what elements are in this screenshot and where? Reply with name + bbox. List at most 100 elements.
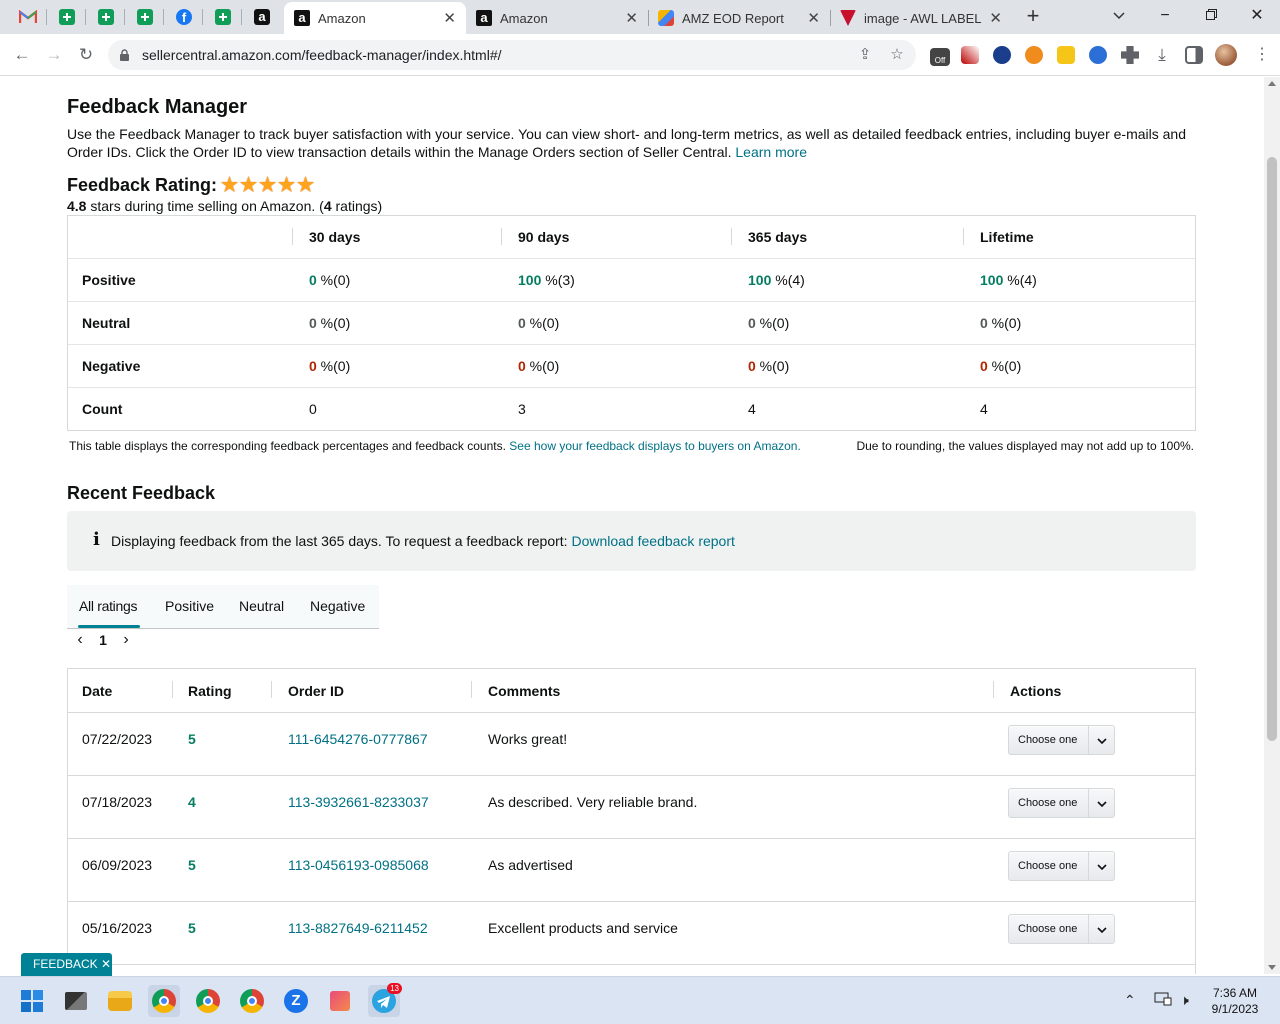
summary-cell: 0 %(0) bbox=[518, 358, 559, 374]
back-arrow-icon[interactable]: ← bbox=[10, 43, 34, 67]
telegram-taskbar-icon[interactable]: 13 bbox=[368, 983, 402, 1017]
show-hidden-icons[interactable]: ⌃ bbox=[1124, 992, 1136, 1009]
profile-avatar[interactable] bbox=[1215, 44, 1237, 66]
summary-count: %(0) bbox=[316, 315, 351, 331]
task-view-icon[interactable] bbox=[60, 985, 92, 1017]
feedback-widget-button[interactable]: FEEDBACK ✕ bbox=[21, 953, 112, 976]
tab-awl-label[interactable]: image - AWL LABEL ✕ bbox=[830, 2, 1012, 34]
snipping-tool-icon[interactable] bbox=[324, 985, 356, 1017]
actions-dropdown[interactable]: Choose one bbox=[1008, 914, 1115, 944]
close-tab-icon[interactable]: ✕ bbox=[443, 9, 456, 27]
summary-percent: 0 bbox=[980, 315, 988, 331]
feedback-header-row: Date Rating Order ID Comments Actions bbox=[68, 669, 1195, 713]
sheets-pinned-tab-3[interactable] bbox=[134, 6, 156, 28]
extension-icon[interactable] bbox=[993, 46, 1011, 64]
more-menu-icon[interactable]: ⋮ bbox=[1254, 44, 1270, 66]
tab-amazon-active[interactable]: a Amazon ✕ bbox=[284, 2, 466, 34]
scroll-down-icon[interactable] bbox=[1268, 965, 1276, 970]
chevron-down-icon[interactable] bbox=[1097, 859, 1107, 871]
tab-search-icon[interactable] bbox=[1107, 4, 1131, 28]
tab-amz-eod-report[interactable]: AMZ EOD Report ✕ bbox=[648, 2, 830, 34]
tab-positive[interactable]: Positive bbox=[165, 598, 214, 614]
sheets-pinned-tab-1[interactable] bbox=[56, 6, 78, 28]
gmail-pinned-tab[interactable] bbox=[17, 6, 39, 28]
facebook-pinned-tab[interactable]: f bbox=[173, 6, 195, 28]
forward-arrow-icon[interactable]: → bbox=[42, 43, 66, 67]
network-icon[interactable] bbox=[1154, 992, 1172, 1009]
scroll-up-icon[interactable] bbox=[1268, 81, 1276, 86]
tab-all-ratings[interactable]: All ratings bbox=[79, 598, 137, 614]
chrome-taskbar-icon[interactable] bbox=[148, 985, 180, 1017]
actions-dropdown[interactable]: Choose one bbox=[1008, 788, 1115, 818]
order-id-link[interactable]: 113-8827649-6211452 bbox=[288, 920, 428, 936]
extension-icon[interactable] bbox=[961, 46, 979, 64]
chevron-down-icon[interactable] bbox=[1097, 922, 1107, 934]
summary-row-label: Neutral bbox=[82, 315, 131, 331]
order-id-link[interactable]: 111-6454276-0777867 bbox=[288, 731, 428, 747]
extension-icon[interactable] bbox=[1089, 46, 1107, 64]
rating-text-mid: stars during time selling on Amazon. ( bbox=[86, 198, 324, 214]
page-scrollbar[interactable] bbox=[1264, 77, 1280, 974]
actions-dropdown-label: Choose one bbox=[1018, 923, 1078, 935]
reload-icon[interactable]: ↻ bbox=[74, 43, 98, 67]
summary-percent: 100 bbox=[518, 272, 542, 288]
file-explorer-icon[interactable] bbox=[104, 985, 136, 1017]
summary-percent: 0 bbox=[309, 358, 317, 374]
bookmark-star-icon[interactable]: ☆ bbox=[888, 46, 906, 64]
share-icon[interactable]: ⇪ bbox=[856, 46, 874, 64]
scrollbar-thumb[interactable] bbox=[1267, 157, 1277, 741]
tab-negative[interactable]: Negative bbox=[310, 598, 365, 614]
learn-more-link[interactable]: Learn more bbox=[735, 144, 807, 160]
chevron-left-icon[interactable]: ‹ bbox=[71, 631, 89, 649]
feedback-display-link[interactable]: See how your feedback displays to buyers… bbox=[509, 439, 801, 453]
sheets-pinned-tab-2[interactable] bbox=[95, 6, 117, 28]
chevron-down-icon[interactable] bbox=[1097, 796, 1107, 808]
page-number[interactable]: 1 bbox=[89, 632, 117, 648]
summary-percent: 0 bbox=[518, 358, 526, 374]
restore-icon[interactable] bbox=[1199, 4, 1223, 28]
actions-dropdown[interactable]: Choose one bbox=[1008, 851, 1115, 881]
chevron-right-icon[interactable]: › bbox=[117, 631, 135, 649]
order-id-link[interactable]: 113-0456193-0985068 bbox=[288, 857, 429, 873]
table-note-text: This table displays the corresponding fe… bbox=[69, 439, 506, 453]
chevron-down-icon[interactable] bbox=[1097, 733, 1107, 745]
extension-off-icon[interactable]: Off bbox=[930, 48, 950, 66]
extension-icon[interactable] bbox=[1025, 46, 1043, 64]
col-comments: Comments bbox=[488, 683, 561, 699]
amazon-pinned-tab[interactable]: a bbox=[251, 6, 273, 28]
actions-dropdown-label: Choose one bbox=[1018, 734, 1078, 746]
close-tab-icon[interactable]: ✕ bbox=[807, 9, 820, 27]
sheets-pinned-tab-4[interactable] bbox=[212, 6, 234, 28]
close-tab-icon[interactable]: ✕ bbox=[989, 9, 1002, 27]
rating-summary: 4.8 stars during time selling on Amazon.… bbox=[67, 198, 382, 214]
extensions-puzzle-icon[interactable] bbox=[1121, 46, 1139, 64]
pencil-icon bbox=[658, 10, 674, 26]
order-id-link[interactable]: 113-3932661-8233037 bbox=[288, 794, 429, 810]
zoho-taskbar-icon[interactable]: Z bbox=[280, 985, 312, 1017]
close-tab-icon[interactable]: ✕ bbox=[625, 9, 638, 27]
close-window-icon[interactable]: ✕ bbox=[1245, 4, 1269, 28]
tab-neutral[interactable]: Neutral bbox=[239, 598, 284, 614]
minimize-icon[interactable]: − bbox=[1153, 4, 1177, 28]
summary-row-label: Negative bbox=[82, 358, 141, 374]
actions-dropdown[interactable]: Choose one bbox=[1008, 725, 1115, 755]
tab-amazon[interactable]: a Amazon ✕ bbox=[466, 2, 648, 34]
tab-title: Amazon bbox=[500, 10, 548, 26]
chrome-profile-taskbar-icon[interactable] bbox=[192, 985, 224, 1017]
amazon-icon: a bbox=[476, 10, 492, 26]
download-feedback-report-link[interactable]: Download feedback report bbox=[571, 533, 734, 549]
download-icon[interactable]: ⤓ bbox=[1150, 43, 1174, 67]
new-tab-button[interactable]: + bbox=[1020, 5, 1046, 29]
chrome-profile-taskbar-icon[interactable] bbox=[236, 985, 268, 1017]
summary-cell: 0 %(0) bbox=[748, 315, 789, 331]
active-tab-indicator bbox=[78, 625, 140, 628]
summary-cell: 100 %(4) bbox=[980, 272, 1037, 288]
col-rating: Rating bbox=[188, 683, 232, 699]
system-clock[interactable]: 7:36 AM 9/1/2023 bbox=[1200, 985, 1270, 1017]
info-message: Displaying feedback from the last 365 da… bbox=[111, 533, 735, 549]
address-bar[interactable]: sellercentral.amazon.com/feedback-manage… bbox=[108, 40, 916, 70]
volume-icon[interactable]: 🕨 bbox=[1180, 992, 1189, 1009]
extension-icon[interactable] bbox=[1057, 46, 1075, 64]
side-panel-icon[interactable] bbox=[1185, 46, 1203, 64]
windows-start-icon[interactable] bbox=[16, 985, 48, 1017]
